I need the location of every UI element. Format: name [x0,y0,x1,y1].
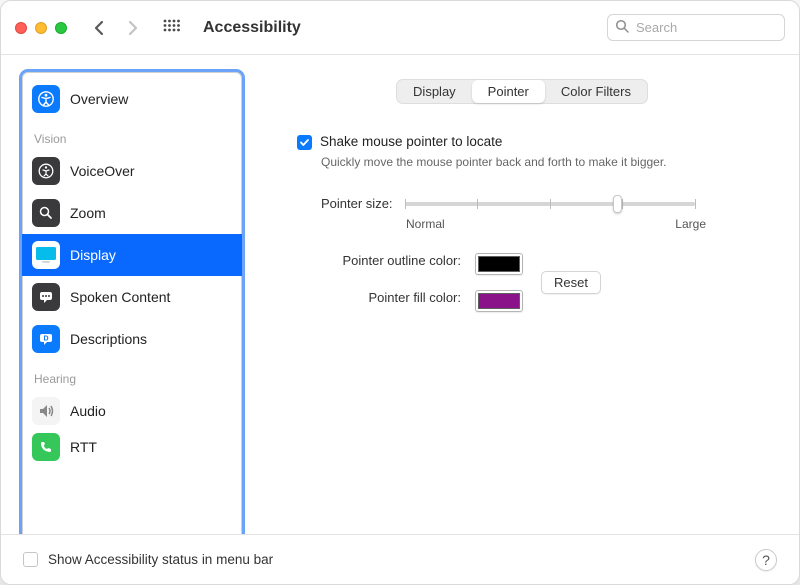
reset-button[interactable]: Reset [541,271,601,294]
shake-to-locate-checkbox[interactable] [297,135,312,150]
minimize-button[interactable] [35,22,47,34]
content-pane: Display Pointer Color Filters Shake mous… [263,69,781,584]
sidebar-item-label: Spoken Content [70,289,170,305]
sidebar-item-label: Zoom [70,205,106,221]
audio-icon [32,397,60,425]
sidebar-item-label: Overview [70,91,128,107]
svg-text:D: D [43,336,48,343]
sidebar-item-rtt[interactable]: RTT [22,432,242,462]
sidebar-item-label: RTT [70,439,97,455]
show-status-menubar-checkbox[interactable] [23,552,38,567]
pointer-size-row: Pointer size: [321,196,753,211]
search-field-wrap [607,14,785,41]
sidebar[interactable]: Overview Vision VoiceOver Zoom Displa [19,69,245,584]
sidebar-section-vision: Vision [22,120,242,150]
pointer-size-label: Pointer size: [321,196,393,211]
pointer-size-legend: Normal Large [406,217,706,231]
help-button[interactable]: ? [755,549,777,571]
pointer-settings: Shake mouse pointer to locate Quickly mo… [281,134,763,312]
zoom-button[interactable] [55,22,67,34]
zoom-icon [32,199,60,227]
accessibility-icon [32,85,60,113]
rtt-icon [32,433,60,461]
sidebar-item-audio[interactable]: Audio [22,390,242,432]
pointer-fill-color-well[interactable] [475,290,523,312]
window-footer: Show Accessibility status in menu bar ? [1,534,799,584]
sidebar-item-descriptions[interactable]: D Descriptions [22,318,242,360]
display-icon [32,241,60,269]
pointer-fill-color-label: Pointer fill color: [369,290,461,305]
spoken-content-icon [32,283,60,311]
sidebar-item-spoken-content[interactable]: Spoken Content [22,276,242,318]
sidebar-item-zoom[interactable]: Zoom [22,192,242,234]
show-all-button[interactable] [161,17,183,39]
close-button[interactable] [15,22,27,34]
sidebar-item-label: Descriptions [70,331,147,347]
pointer-color-labels: Pointer outline color: Pointer fill colo… [291,253,461,305]
pointer-outline-color-well[interactable] [475,253,523,275]
sidebar-item-voiceover[interactable]: VoiceOver [22,150,242,192]
descriptions-icon: D [32,325,60,353]
shake-to-locate-label: Shake mouse pointer to locate [320,134,502,149]
titlebar: Accessibility [1,1,799,55]
window-controls [15,22,67,34]
pointer-size-slider[interactable] [405,202,695,206]
voiceover-icon [32,157,60,185]
sidebar-section-hearing: Hearing [22,360,242,390]
sidebar-item-label: Audio [70,403,106,419]
sidebar-item-label: VoiceOver [70,163,135,179]
tab-color-filters[interactable]: Color Filters [545,80,647,103]
window-title: Accessibility [203,19,597,37]
search-input[interactable] [607,14,785,41]
shake-to-locate-row: Shake mouse pointer to locate [297,134,753,150]
nav-forward-button[interactable] [121,16,145,40]
tab-display[interactable]: Display [397,80,472,103]
sidebar-item-display[interactable]: Display [22,234,242,276]
window-body: Overview Vision VoiceOver Zoom Displa [1,55,799,584]
slider-thumb[interactable] [613,195,622,213]
pointer-color-section: Pointer outline color: Pointer fill colo… [291,253,753,312]
sidebar-item-label: Display [70,247,116,263]
search-icon [615,19,630,39]
shake-to-locate-description: Quickly move the mouse pointer back and … [321,154,691,170]
pointer-color-swatches [475,253,523,312]
tab-pointer[interactable]: Pointer [472,80,545,103]
accessibility-window: Accessibility Overview Vision VoiceOver [0,0,800,585]
pointer-outline-color-label: Pointer outline color: [342,253,461,268]
tab-bar: Display Pointer Color Filters [396,79,648,104]
nav-back-button[interactable] [87,16,111,40]
pointer-size-min-label: Normal [406,217,445,231]
show-status-menubar-label: Show Accessibility status in menu bar [48,552,755,567]
pointer-size-max-label: Large [675,217,706,231]
sidebar-item-overview[interactable]: Overview [22,78,242,120]
